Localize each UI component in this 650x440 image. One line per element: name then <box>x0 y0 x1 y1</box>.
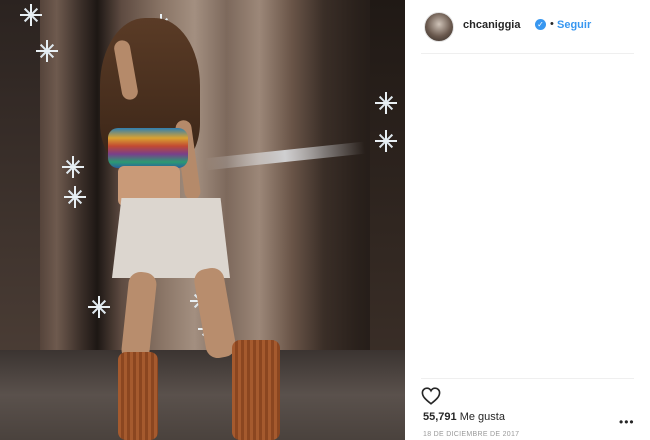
likes-count[interactable]: 55,791 Me gusta <box>423 411 505 423</box>
elevator-panel-right <box>370 0 405 380</box>
decor-star <box>375 130 397 152</box>
likes-label: Me gusta <box>459 411 505 423</box>
figure-top <box>108 128 188 168</box>
decor-star <box>36 40 58 62</box>
post-actions: 55,791 Me gusta ••• 18 DE DICIEMBRE DE 2… <box>421 378 634 440</box>
elevator-panel-left <box>0 0 40 380</box>
username-link[interactable]: chcaniggia <box>463 19 520 31</box>
floor <box>0 350 405 440</box>
figure-boot <box>118 352 158 440</box>
light-reflection <box>204 141 366 171</box>
decor-star <box>375 92 397 114</box>
avatar[interactable] <box>424 12 454 42</box>
instagram-post: chcaniggia ✓ • Seguir 55,791 Me gusta ••… <box>0 0 650 440</box>
decor-star <box>88 296 110 318</box>
likes-number: 55,791 <box>423 411 457 423</box>
decor-star <box>20 4 42 26</box>
heart-icon[interactable] <box>421 387 441 405</box>
decor-star <box>64 186 86 208</box>
post-photo[interactable] <box>0 0 405 440</box>
follow-button[interactable]: Seguir <box>557 19 591 31</box>
verified-badge-icon: ✓ <box>535 19 546 30</box>
figure-boot <box>232 340 280 440</box>
decor-star <box>62 156 84 178</box>
separator-dot: • <box>550 18 554 30</box>
figure-leg <box>192 266 238 360</box>
more-options-icon[interactable]: ••• <box>619 415 635 429</box>
post-header: chcaniggia ✓ • Seguir <box>421 8 634 54</box>
post-date: 18 DE DICIEMBRE DE 2017 <box>423 431 520 438</box>
figure-skirt <box>112 198 230 278</box>
